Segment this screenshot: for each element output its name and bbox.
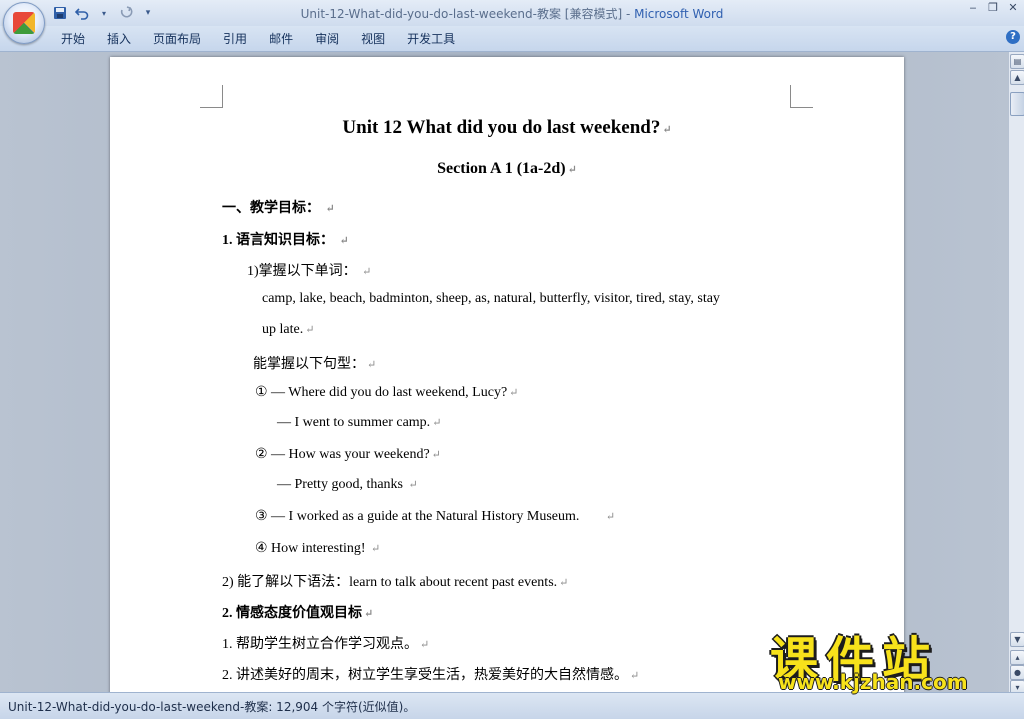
- scroll-down-icon[interactable]: ▼: [1010, 632, 1024, 647]
- scroll-up-icon[interactable]: ▲: [1010, 70, 1024, 85]
- previous-page-icon[interactable]: ▴: [1010, 650, 1024, 665]
- sentence-1-answer: — I went to summer camp. ↵: [277, 415, 442, 430]
- sentence-4: ④ How interesting! ↵: [255, 541, 381, 556]
- tab-mailings[interactable]: 邮件: [258, 30, 304, 48]
- sentence-2-answer: — Pretty good, thanks ↵: [277, 477, 418, 492]
- sentence-1: ① — Where did you do last weekend, Lucy?…: [255, 385, 519, 400]
- restore-icon[interactable]: ❐: [986, 1, 1000, 14]
- tab-view[interactable]: 视图: [350, 30, 396, 48]
- office-button[interactable]: [3, 2, 45, 44]
- ribbon-tab-bar: 开始 插入 页面布局 引用 邮件 审阅 视图 开发工具 ?: [0, 26, 1024, 52]
- tab-developer[interactable]: 开发工具: [396, 30, 466, 48]
- vertical-scrollbar[interactable]: ▤ ▲ ▼ ▴ ● ▾: [1008, 52, 1024, 695]
- document-workspace: Unit 12 What did you do last weekend? ↵ S…: [0, 52, 1008, 692]
- tab-home[interactable]: 开始: [50, 30, 96, 48]
- help-icon[interactable]: ?: [1006, 30, 1020, 44]
- patterns-heading: 能掌握以下句型： ↵: [253, 357, 377, 372]
- tab-insert[interactable]: 插入: [96, 30, 142, 48]
- sentence-3: ③ — I worked as a guide at the Natural H…: [255, 509, 616, 524]
- crop-mark-top-left: [200, 85, 223, 108]
- sentence-2: ② — How was your weekend? ↵: [255, 447, 441, 462]
- emotion-goal-1: 1. 帮助学生树立合作学习观点。 ↵: [222, 637, 430, 652]
- document-page[interactable]: Unit 12 What did you do last weekend? ↵ S…: [110, 57, 904, 692]
- vocab-heading: 1)掌握以下单词： ↵: [247, 264, 372, 279]
- watermark-url: www.kjzhan.com: [778, 670, 968, 694]
- window-controls: ‒ ❐ ✕: [966, 1, 1020, 14]
- status-text: Unit-12-What-did-you-do-last-weekend-教案:…: [8, 700, 416, 714]
- heading-language-goals: 1. 语言知识目标： ↵: [222, 233, 349, 248]
- window-title: Unit-12-What-did-you-do-last-weekend-教案 …: [0, 5, 1024, 22]
- close-icon[interactable]: ✕: [1006, 1, 1020, 14]
- vocab-line-1: camp, lake, beach, badminton, sheep, as,…: [262, 291, 720, 306]
- status-bar: Unit-12-What-did-you-do-last-weekend-教案:…: [0, 692, 1024, 719]
- vocab-line-2: up late. ↵: [262, 322, 315, 337]
- site-watermark-logo: 课件站 www.kjzhan.com: [770, 620, 1010, 696]
- minimize-icon[interactable]: ‒: [966, 1, 980, 14]
- crop-mark-top-right: [790, 85, 813, 108]
- office-logo-icon: [13, 12, 35, 34]
- section-heading: Section A 1 (1a-2d) ↵: [437, 160, 577, 177]
- select-browse-object-icon[interactable]: ●: [1010, 665, 1024, 680]
- scrollbar-thumb[interactable]: [1010, 92, 1024, 116]
- tab-page-layout[interactable]: 页面布局: [142, 30, 212, 48]
- app-name: Microsoft Word: [634, 7, 724, 21]
- document-title: Unit 12 What did you do last weekend? ↵: [342, 117, 672, 138]
- view-ruler-icon[interactable]: ▤: [1010, 54, 1024, 69]
- title-bar: ▾ ▾ Unit-12-What-did-you-do-last-weekend…: [0, 0, 1024, 26]
- document-name: Unit-12-What-did-you-do-last-weekend-教案 …: [300, 7, 635, 21]
- tab-references[interactable]: 引用: [212, 30, 258, 48]
- tab-review[interactable]: 审阅: [304, 30, 350, 48]
- heading-emotion-goals: 2. 情感态度价值观目标 ↵: [222, 606, 374, 621]
- heading-teaching-goals: 一、教学目标： ↵: [222, 201, 335, 216]
- emotion-goal-2: 2. 讲述美好的周末，树立学生享受生活，热爱美好的大自然情感。 ↵: [222, 668, 640, 683]
- grammar-goal: 2) 能了解以下语法：learn to talk about recent pa…: [222, 575, 569, 590]
